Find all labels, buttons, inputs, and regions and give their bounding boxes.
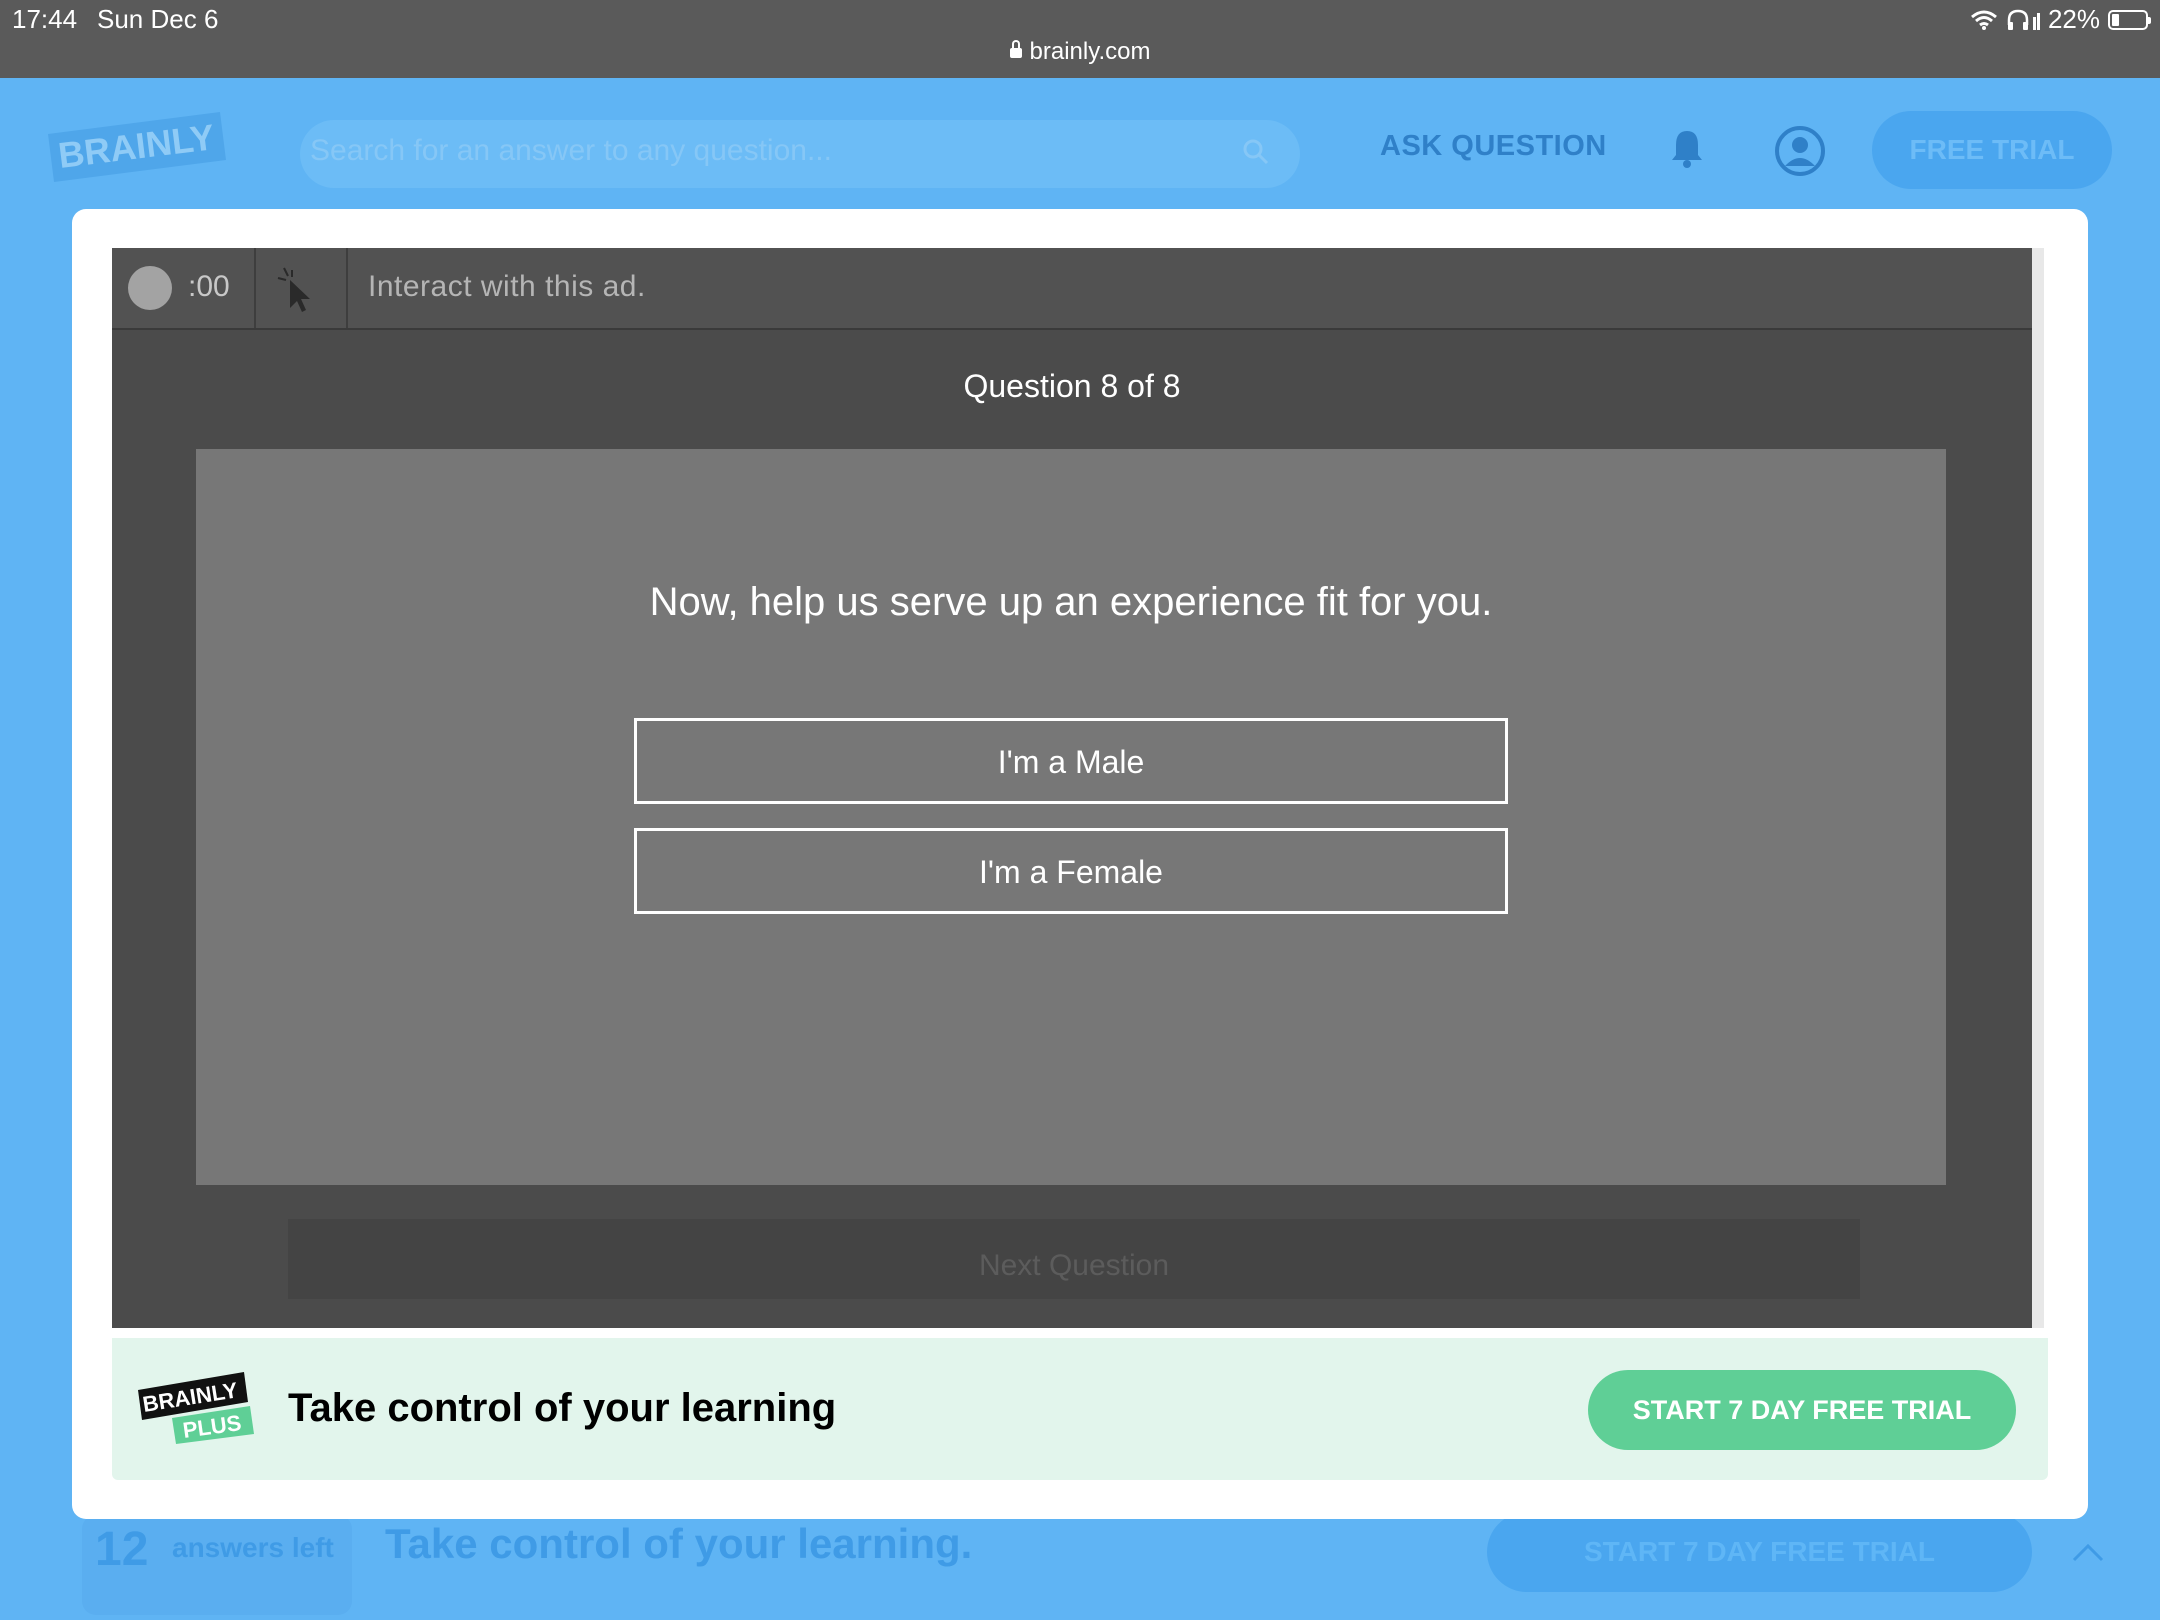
question-panel: [196, 449, 1946, 1185]
battery-icon: [2108, 9, 2151, 30]
plus-tagline: Take control of your learning: [288, 1386, 837, 1430]
status-time: 17:44: [12, 4, 78, 34]
headphones-icon: [2007, 9, 2040, 30]
avatar-icon[interactable]: [1775, 126, 1825, 176]
brainly-logo[interactable]: BRAINLY: [48, 112, 226, 182]
free-trial-button[interactable]: FREE TRIAL: [1872, 111, 2112, 189]
ask-question-link[interactable]: ASK QUESTION: [1380, 130, 1607, 163]
question-text: Now, help us serve up an experience fit …: [649, 580, 1493, 624]
search-icon[interactable]: [1242, 138, 1270, 166]
brainly-plus-logo: BRAINLY PLUS: [138, 1372, 254, 1444]
ad-timer: :00: [188, 270, 230, 303]
status-indicators: 22%: [1970, 4, 2151, 35]
ios-status-bar: 17:44 Sun Dec 6 brainly.com 22%: [0, 0, 2160, 78]
search-input[interactable]: Search for an answer to any question...: [310, 134, 832, 168]
footer-trial-button[interactable]: START 7 DAY FREE TRIAL: [1487, 1512, 2032, 1592]
timer-indicator: [128, 266, 172, 310]
ad-toolbar: :00 Interact with this ad.: [112, 248, 2032, 330]
search-bar[interactable]: Search for an answer to any question...: [300, 120, 1300, 188]
footer-tagline: Take control of your learning.: [385, 1520, 973, 1567]
url-text: brainly.com: [1029, 38, 1151, 65]
chevron-up-icon[interactable]: [2068, 1532, 2108, 1572]
start-trial-button[interactable]: START 7 DAY FREE TRIAL: [1588, 1370, 2016, 1450]
status-date: Sun Dec 6: [97, 4, 219, 34]
svg-text:PLUS: PLUS: [181, 1410, 243, 1443]
question-counter: Question 8 of 8: [963, 368, 1181, 404]
wifi-icon: [1970, 10, 1997, 30]
next-question-button[interactable]: Next Question: [288, 1219, 1860, 1299]
option-female-button[interactable]: I'm a Female: [634, 828, 1508, 914]
bell-icon[interactable]: [1670, 128, 1704, 168]
answers-left-label: answers left: [172, 1532, 334, 1563]
ad-instruction: Interact with this ad.: [368, 270, 646, 303]
address-bar[interactable]: brainly.com: [0, 38, 2160, 66]
option-male-button[interactable]: I'm a Male: [634, 718, 1508, 804]
lock-icon: [1009, 40, 1022, 58]
cursor-icon: [277, 267, 310, 312]
answers-left-count: 12: [95, 1523, 149, 1576]
battery-percent: 22%: [2047, 4, 2100, 34]
